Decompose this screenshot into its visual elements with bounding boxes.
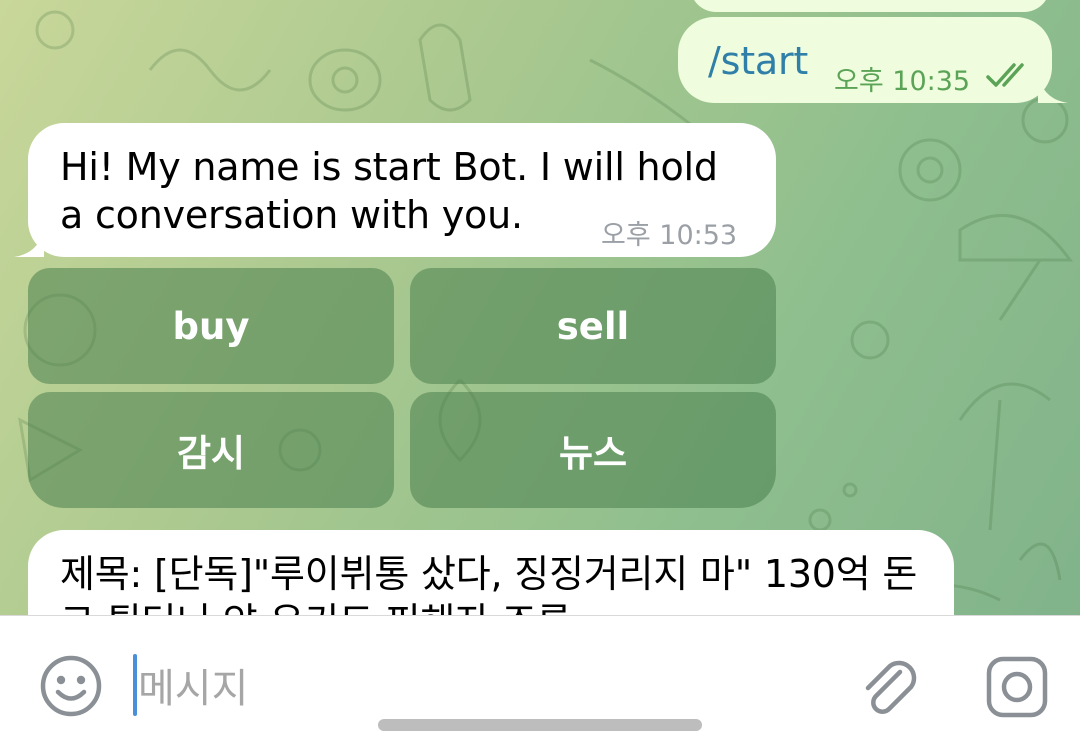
message-text: 제목: [단독]"루이뷔통 샀다, 징징거리지 마" 130억 돈그 튀더니 얀…: [60, 552, 918, 615]
bubble-tail: [14, 227, 44, 257]
paperclip-icon[interactable]: [858, 652, 924, 722]
message-time: 오후 10:53: [601, 220, 738, 251]
message-time: 오후 10:35: [834, 66, 971, 97]
incoming-message[interactable]: Hi! My name is start Bot. I will hold a …: [14, 123, 776, 257]
incoming-news-message[interactable]: 제목: [단독]"루이뷔통 샀다, 징징거리지 마" 130억 돈그 튀더니 얀…: [28, 530, 954, 615]
read-double-check-icon: [986, 63, 1024, 87]
outgoing-message[interactable]: /start 오후 10:35: [678, 17, 1068, 103]
chat-area[interactable]: /start 오후 10:35 Hi! My name is start Bot…: [0, 0, 1080, 615]
outgoing-message-partial: [690, 0, 1050, 12]
home-indicator: [378, 719, 702, 731]
keyboard-button-buy[interactable]: buy: [28, 268, 394, 384]
message-input[interactable]: 메시지: [138, 656, 248, 714]
keyboard-button-monitor[interactable]: 감시: [28, 392, 394, 508]
bubble-tail: [1038, 73, 1068, 103]
text-cursor: [133, 654, 137, 716]
smiley-icon[interactable]: [38, 653, 104, 719]
camera-icon[interactable]: [984, 654, 1050, 720]
keyboard-button-sell[interactable]: sell: [410, 268, 776, 384]
message-text: /start: [708, 39, 809, 83]
keyboard-button-news[interactable]: 뉴스: [410, 392, 776, 508]
